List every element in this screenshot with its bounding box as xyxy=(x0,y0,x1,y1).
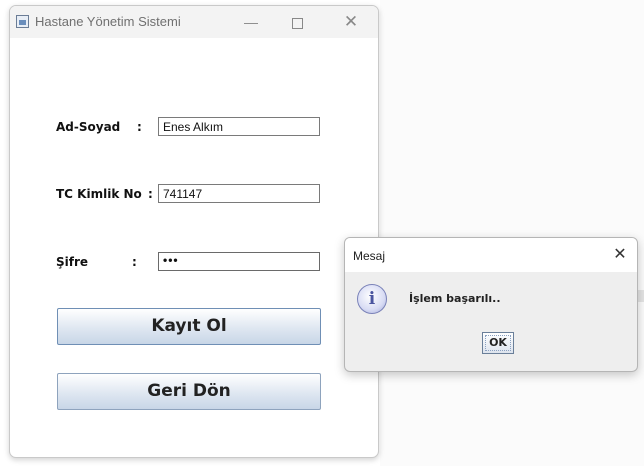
ok-button[interactable]: OK xyxy=(482,332,514,354)
dialog-title-bar[interactable]: Mesaj ✕ xyxy=(345,238,637,272)
minimize-button[interactable]: — xyxy=(228,6,274,38)
name-label: Ad-Soyad xyxy=(56,120,121,134)
register-button[interactable]: Kayıt Ol xyxy=(57,308,321,345)
name-input[interactable]: Enes Alkım xyxy=(158,117,320,136)
close-button[interactable]: ✕ xyxy=(328,6,374,38)
name-colon: : xyxy=(137,120,142,134)
tc-colon: : xyxy=(148,187,153,201)
info-icon: i xyxy=(357,284,387,314)
tc-label: TC Kimlik No xyxy=(56,187,142,201)
password-input[interactable]: ••• xyxy=(158,252,320,271)
password-mask: ••• xyxy=(163,253,179,267)
desktop-background xyxy=(380,0,644,466)
title-bar[interactable]: Hastane Yönetim Sistemi — ✕ xyxy=(10,6,378,38)
maximize-icon xyxy=(291,17,303,29)
main-window: Hastane Yönetim Sistemi — ✕ Ad-Soyad : E… xyxy=(9,5,379,458)
message-dialog: Mesaj ✕ i İşlem başarılı.. OK xyxy=(344,237,638,372)
dialog-message: İşlem başarılı.. xyxy=(409,292,501,305)
password-label: Şifre xyxy=(56,255,89,269)
password-colon: : xyxy=(132,255,137,269)
java-app-icon xyxy=(16,15,29,28)
tc-input[interactable]: 741147 xyxy=(158,184,320,203)
maximize-button[interactable] xyxy=(274,6,320,38)
dialog-title: Mesaj xyxy=(353,249,386,263)
dialog-close-button[interactable]: ✕ xyxy=(605,242,635,268)
window-title: Hastane Yönetim Sistemi xyxy=(35,14,181,29)
back-button[interactable]: Geri Dön xyxy=(57,373,321,410)
